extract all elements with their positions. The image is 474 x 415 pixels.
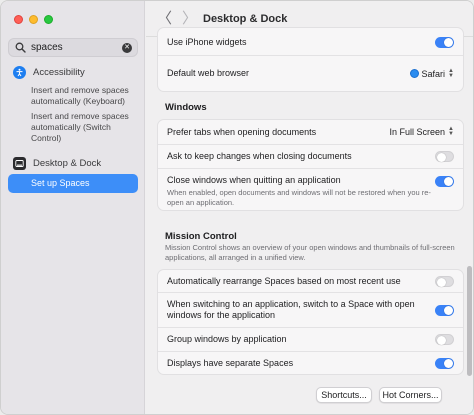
page-title: Desktop & Dock bbox=[203, 13, 288, 25]
prefer-tabs-value: In Full Screen bbox=[389, 127, 446, 137]
separate-spaces-label: Displays have separate Spaces bbox=[167, 357, 294, 368]
ask-keep-changes-label: Ask to keep changes when closing documen… bbox=[167, 151, 352, 161]
sidebar-section-desktop-dock[interactable]: Desktop & Dock bbox=[13, 157, 101, 170]
chevron-updown-icon: ▲ ▼ bbox=[448, 67, 454, 79]
close-windows-description: When enabled, open documents and windows… bbox=[167, 188, 431, 207]
windows-settings-group: Prefer tabs when opening documents In Fu… bbox=[157, 119, 464, 211]
prefer-tabs-row: Prefer tabs when opening documents In Fu… bbox=[158, 120, 463, 144]
default-browser-popup[interactable]: Safari ▲ ▼ bbox=[409, 67, 454, 79]
general-settings-group: Use iPhone widgets Default web browser S… bbox=[157, 27, 464, 92]
separate-spaces-toggle[interactable] bbox=[435, 357, 454, 369]
switch-space-toggle[interactable] bbox=[435, 304, 454, 316]
minimize-window-button[interactable] bbox=[29, 15, 38, 24]
search-field[interactable]: spaces ✕ bbox=[8, 38, 138, 57]
use-iphone-widgets-row: Use iPhone widgets bbox=[158, 28, 463, 55]
chevron-updown-icon: ▲ ▼ bbox=[448, 126, 454, 137]
group-windows-label: Group windows by application bbox=[167, 334, 287, 344]
use-iphone-widgets-label: Use iPhone widgets bbox=[167, 37, 247, 47]
separate-spaces-row: Displays have separate Spaces bbox=[158, 351, 463, 374]
auto-rearrange-row: Automatically rearrange Spaces based on … bbox=[158, 270, 463, 292]
default-browser-row: Default web browser Safari ▲ ▼ bbox=[158, 55, 463, 91]
close-windows-row: Close windows when quitting an applicati… bbox=[158, 168, 463, 211]
sidebar-section-title: Accessibility bbox=[33, 67, 85, 78]
clear-search-icon[interactable]: ✕ bbox=[122, 42, 132, 53]
sidebar-result-switch-control[interactable]: Insert and remove spaces automatically (… bbox=[31, 111, 139, 144]
prefer-tabs-popup[interactable]: In Full Screen ▲ ▼ bbox=[389, 126, 454, 137]
group-windows-toggle[interactable] bbox=[435, 334, 454, 345]
mission-control-description: Mission Control shows an overview of you… bbox=[165, 243, 455, 262]
switch-space-row: When switching to an application, switch… bbox=[158, 292, 463, 327]
safari-icon bbox=[409, 69, 419, 78]
search-icon bbox=[14, 42, 26, 54]
ask-keep-changes-row: Ask to keep changes when closing documen… bbox=[158, 144, 463, 168]
windows-section-title: Windows bbox=[165, 102, 207, 113]
sidebar-section-accessibility[interactable]: Accessibility bbox=[13, 66, 85, 79]
close-window-button[interactable] bbox=[14, 15, 23, 24]
search-input[interactable]: spaces bbox=[31, 42, 122, 53]
zoom-window-button[interactable] bbox=[44, 15, 53, 24]
switch-space-label: When switching to an application, switch… bbox=[167, 299, 415, 320]
settings-window: spaces ✕ Accessibility Insert and remove… bbox=[0, 0, 474, 415]
back-button[interactable]: 〈 bbox=[157, 10, 172, 28]
group-windows-row: Group windows by application bbox=[158, 327, 463, 351]
shortcuts-button[interactable]: Shortcuts... bbox=[316, 387, 372, 403]
default-browser-label: Default web browser bbox=[167, 68, 250, 78]
auto-rearrange-label: Automatically rearrange Spaces based on … bbox=[167, 275, 401, 286]
mission-control-section-title: Mission Control bbox=[165, 231, 237, 242]
sidebar: spaces ✕ Accessibility Insert and remove… bbox=[1, 1, 145, 414]
auto-rearrange-toggle[interactable] bbox=[435, 275, 454, 287]
use-iphone-widgets-toggle[interactable] bbox=[435, 37, 454, 48]
sidebar-section-title: Desktop & Dock bbox=[33, 158, 102, 169]
accessibility-icon bbox=[13, 66, 26, 79]
close-windows-label: Close windows when quitting an applicati… bbox=[167, 175, 341, 185]
ask-keep-changes-toggle[interactable] bbox=[435, 151, 454, 162]
sidebar-result-set-up-spaces[interactable]: Set up Spaces bbox=[8, 174, 138, 193]
default-browser-value: Safari bbox=[421, 68, 446, 79]
sidebar-result-keyboard[interactable]: Insert and remove spaces automatically (… bbox=[31, 85, 139, 107]
close-windows-toggle[interactable] bbox=[435, 176, 454, 187]
scrollbar[interactable] bbox=[467, 266, 472, 376]
forward-button[interactable]: 〉 bbox=[182, 10, 197, 28]
mission-control-settings-group: Automatically rearrange Spaces based on … bbox=[157, 269, 464, 375]
prefer-tabs-label: Prefer tabs when opening documents bbox=[167, 126, 317, 137]
dock-icon bbox=[13, 157, 26, 170]
window-controls bbox=[14, 15, 53, 24]
main-pane: 〈 〉 Desktop & Dock Use iPhone widgets De… bbox=[146, 1, 473, 414]
hot-corners-button[interactable]: Hot Corners... bbox=[379, 387, 442, 403]
